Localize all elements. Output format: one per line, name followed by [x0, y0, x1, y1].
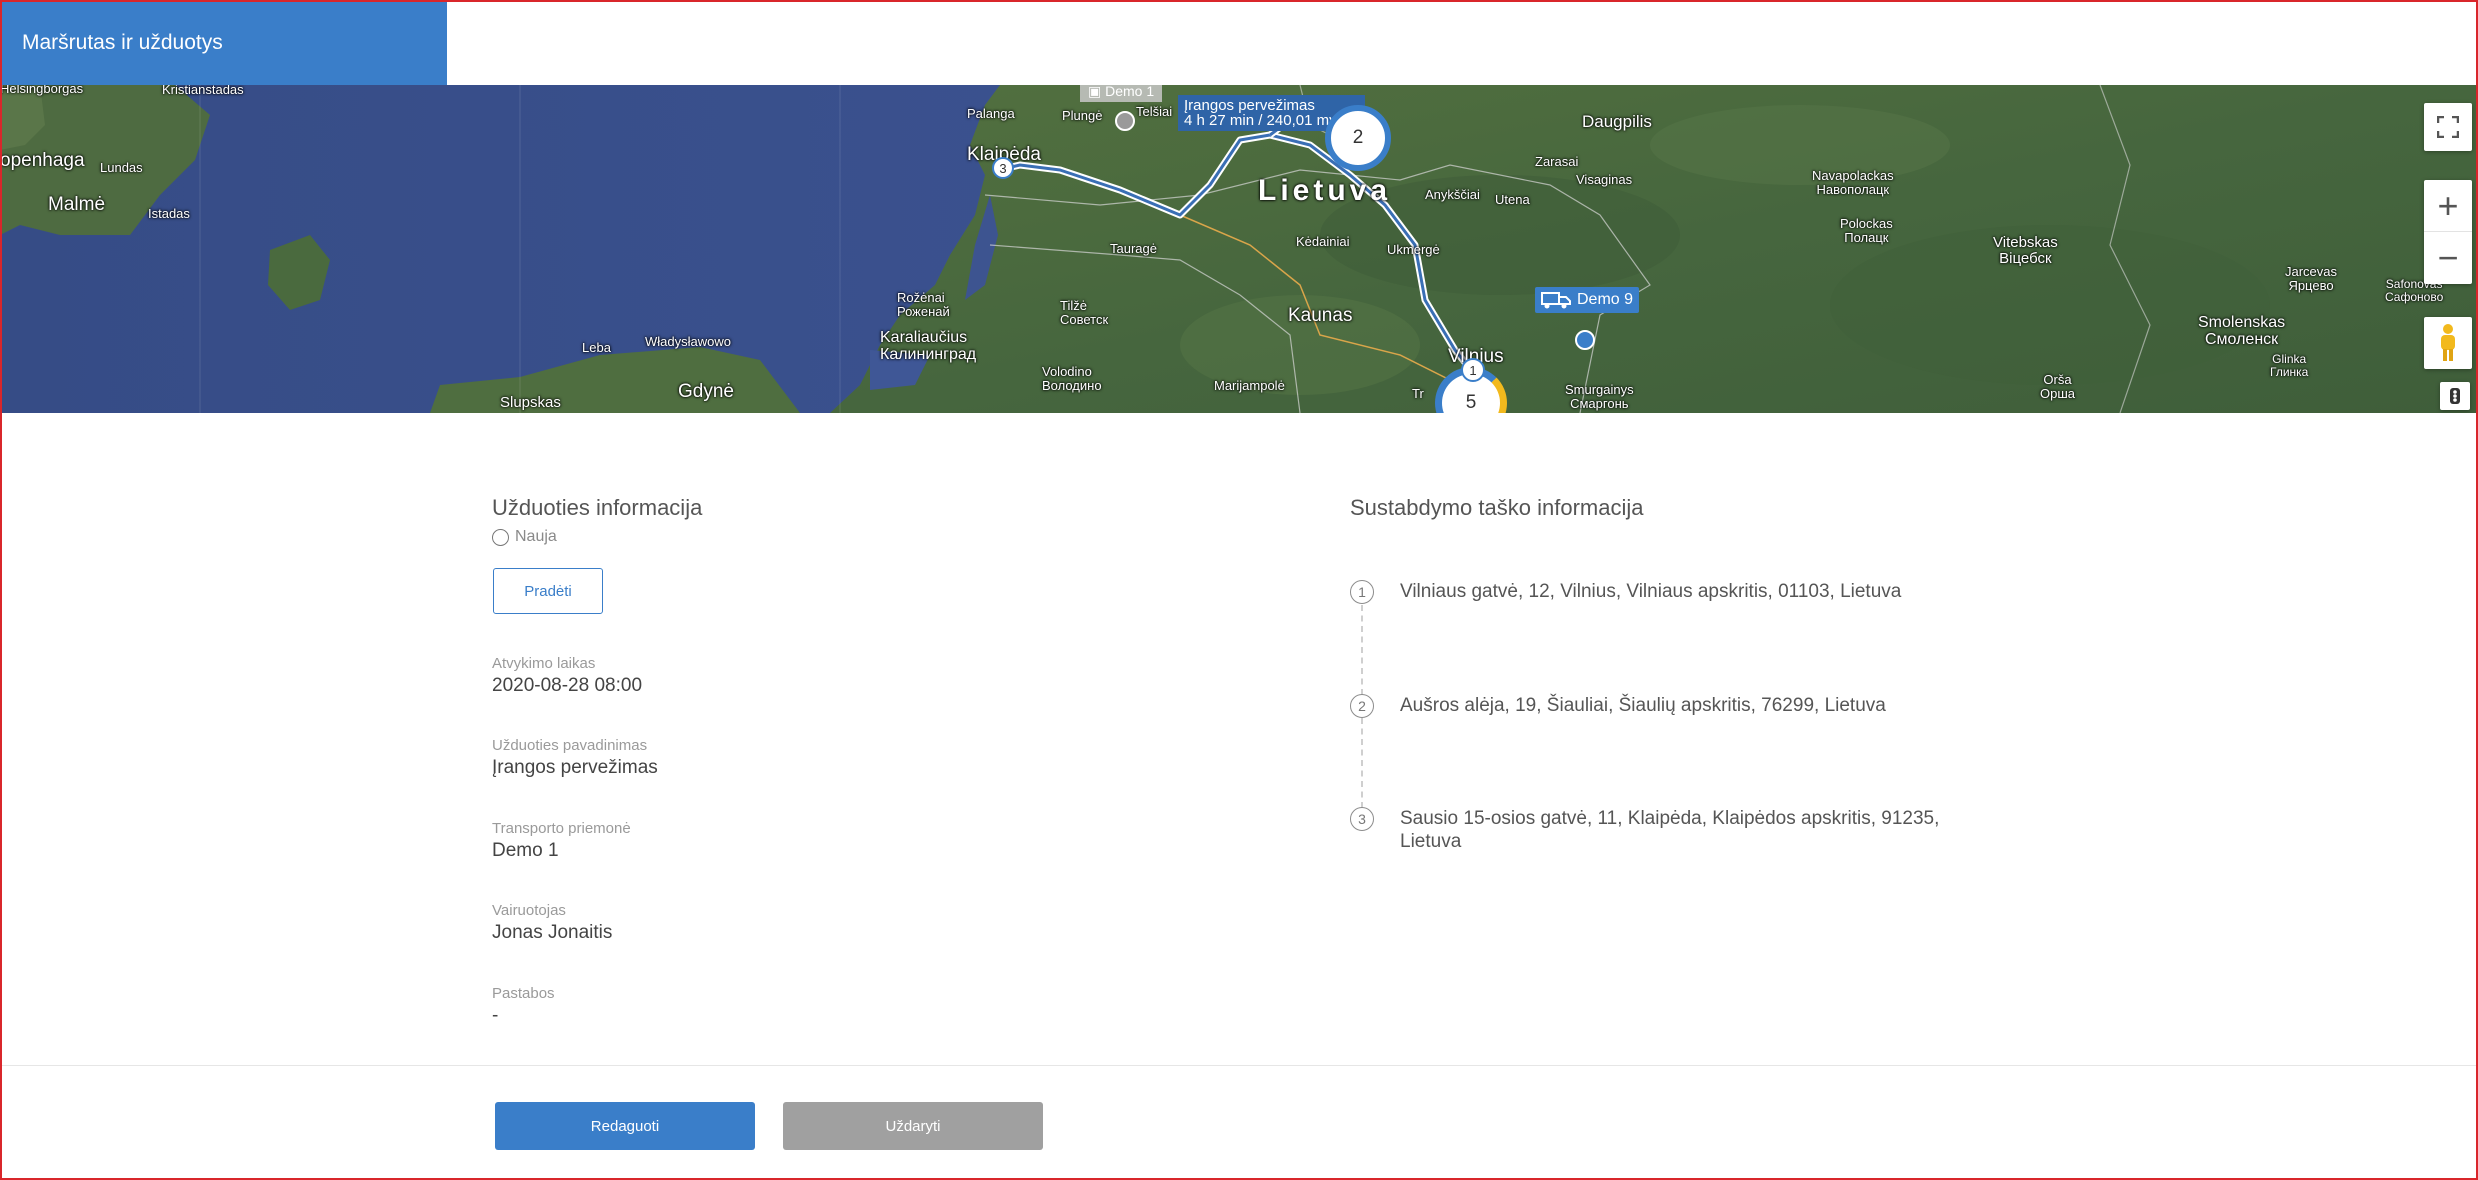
edit-button[interactable]: Redaguoti [495, 1102, 755, 1150]
truck-icon: ▣ [1088, 85, 1102, 99]
route-map[interactable]: Helsingborgas Kristianstadas openhaga Lu… [0, 85, 2478, 413]
field-label: Pastabos [492, 985, 555, 1002]
stop-pin-number: 1 [1469, 362, 1477, 378]
route-tooltip-title: Įrangos pervežimas [1184, 97, 1315, 114]
vehicle-dot[interactable] [1575, 330, 1595, 350]
driver-value: Jonas Jonaitis [492, 922, 613, 943]
map-label: Ukmergė [1387, 242, 1440, 257]
stop-item: 2 Aušros alėja, 19, Šiauliai, Šiaulių ap… [1350, 694, 1960, 718]
stop-number: 2 [1350, 694, 1374, 718]
map-label: Vitebskas Віцебск [1993, 234, 2058, 267]
vehicle-label[interactable]: Demo 9 [1535, 287, 1640, 313]
task-info-title: Užduoties informacija [492, 495, 703, 520]
map-label: Utena [1495, 192, 1530, 207]
fullscreen-button[interactable] [2424, 103, 2472, 151]
header: Maršrutas ir užduotys [0, 0, 2478, 85]
truck-icon [1541, 292, 1571, 309]
map-label: Glinka Глинка [2270, 352, 2309, 379]
notes-value: - [492, 1005, 499, 1026]
footer-divider [0, 1065, 2478, 1066]
page-title: Maršrutas ir užduotys [0, 0, 447, 85]
cluster-count: 5 [1465, 392, 1477, 413]
stop-number: 1 [1350, 580, 1374, 604]
map-label: openhaga [0, 150, 85, 171]
start-button[interactable]: Pradėti [493, 568, 603, 614]
map-label: Karaliaučius Калининград [880, 329, 977, 363]
map-label: Kaunas [1288, 305, 1353, 326]
stop-address: Aušros alėja, 19, Šiauliai, Šiaulių apsk… [1400, 695, 1886, 716]
map-label: Telšiai [1136, 104, 1173, 119]
map-label: Tauragė [1110, 241, 1157, 256]
stop-pin[interactable]: 1 [1461, 358, 1485, 382]
map-label: Navapolackas Навополацк [1812, 168, 1894, 197]
stop-connector [1361, 605, 1363, 695]
map-label: Tilžė Советск [1060, 298, 1109, 327]
field-label: Atvykimo laikas [492, 655, 596, 672]
map-background [0, 85, 2478, 413]
map-label: Kristianstadas [162, 85, 244, 97]
cluster-marker[interactable]: 2 [1325, 105, 1391, 171]
stop-pin[interactable]: 3 [992, 157, 1014, 179]
fullscreen-icon [2437, 116, 2459, 138]
map-label: Leba [582, 340, 611, 355]
zoom-out-button[interactable]: − [2424, 232, 2472, 284]
radio-circle-icon [492, 528, 509, 546]
stop-item: 1 Vilniaus gatvė, 12, Vilnius, Vilniaus … [1350, 580, 1960, 604]
arrival-time-value: 2020-08-28 08:00 [492, 675, 643, 696]
stop-info-title: Sustabdymo taško informacija [1350, 495, 1644, 520]
street-view-button[interactable] [2424, 317, 2472, 369]
map-label: Anykščiai [1425, 187, 1480, 202]
stop-pin-number: 3 [999, 160, 1007, 176]
map-label: Smurgainys Смаргонь [1565, 382, 1634, 411]
map-label: Volodino Володино [1042, 364, 1102, 393]
vehicle-label-top[interactable]: ▣ Demo 1 [1080, 85, 1163, 102]
traffic-layer-button[interactable] [2440, 382, 2470, 410]
status-label: Nauja [515, 528, 557, 545]
map-label: Visaginas [1576, 172, 1633, 187]
stop-address: Sausio 15-osios gatvė, 11, Klaipėda, Kla… [1400, 808, 1940, 852]
map-label: Marijampolė [1214, 378, 1285, 393]
map-label: Władysławowo [645, 334, 731, 349]
map-label: Tr [1412, 386, 1424, 401]
map-label: Gdynė [678, 381, 734, 402]
vehicle-name: Demo 9 [1577, 291, 1634, 308]
map-label: Istadas [148, 206, 190, 221]
map-label: Orša Орша [2040, 372, 2076, 401]
vehicle-name: Demo 1 [1105, 85, 1155, 99]
map-label: Palanga [967, 106, 1015, 121]
map-label: Plungė [1062, 108, 1103, 123]
map-label: Zarasai [1535, 154, 1579, 169]
map-label-country: Lietuva [1258, 174, 1392, 207]
status-radio[interactable]: Nauja [492, 528, 557, 546]
traffic-light-icon [2450, 388, 2460, 404]
field-label: Transporto priemonė [492, 820, 631, 837]
map-label: Helsingborgas [0, 85, 84, 96]
map-label: Jarcevas Ярцево [2285, 264, 2338, 293]
zoom-control: + − [2424, 180, 2472, 284]
vehicle-dot[interactable] [1115, 111, 1135, 131]
stop-item: 3 Sausio 15-osios gatvė, 11, Klaipėda, K… [1350, 807, 1960, 853]
stop-address: Vilniaus gatvė, 12, Vilnius, Vilniaus ap… [1400, 581, 1902, 602]
map-label: Lundas [100, 160, 143, 175]
stop-connector [1361, 718, 1363, 808]
map-label: Kėdainiai [1296, 234, 1350, 249]
zoom-in-button[interactable]: + [2424, 180, 2472, 232]
map-label: Rožėnai Роженай [897, 290, 950, 319]
vehicle-value: Demo 1 [492, 840, 559, 861]
pegman-icon [2441, 324, 2455, 361]
map-label: Slupskas [500, 394, 561, 411]
map-label: Smolenskas Смоленск [2198, 314, 2286, 348]
close-button[interactable]: Uždaryti [783, 1102, 1043, 1150]
cluster-count: 2 [1352, 127, 1364, 148]
task-name-value: Įrangos pervežimas [492, 757, 658, 778]
map-label: Malmė [48, 194, 106, 215]
field-label: Vairuotojas [492, 902, 566, 919]
map-label: Daugpilis [1582, 112, 1652, 131]
field-label: Užduoties pavadinimas [492, 737, 648, 754]
stop-number: 3 [1350, 807, 1374, 831]
map-label: Polockas Полацк [1840, 216, 1893, 245]
